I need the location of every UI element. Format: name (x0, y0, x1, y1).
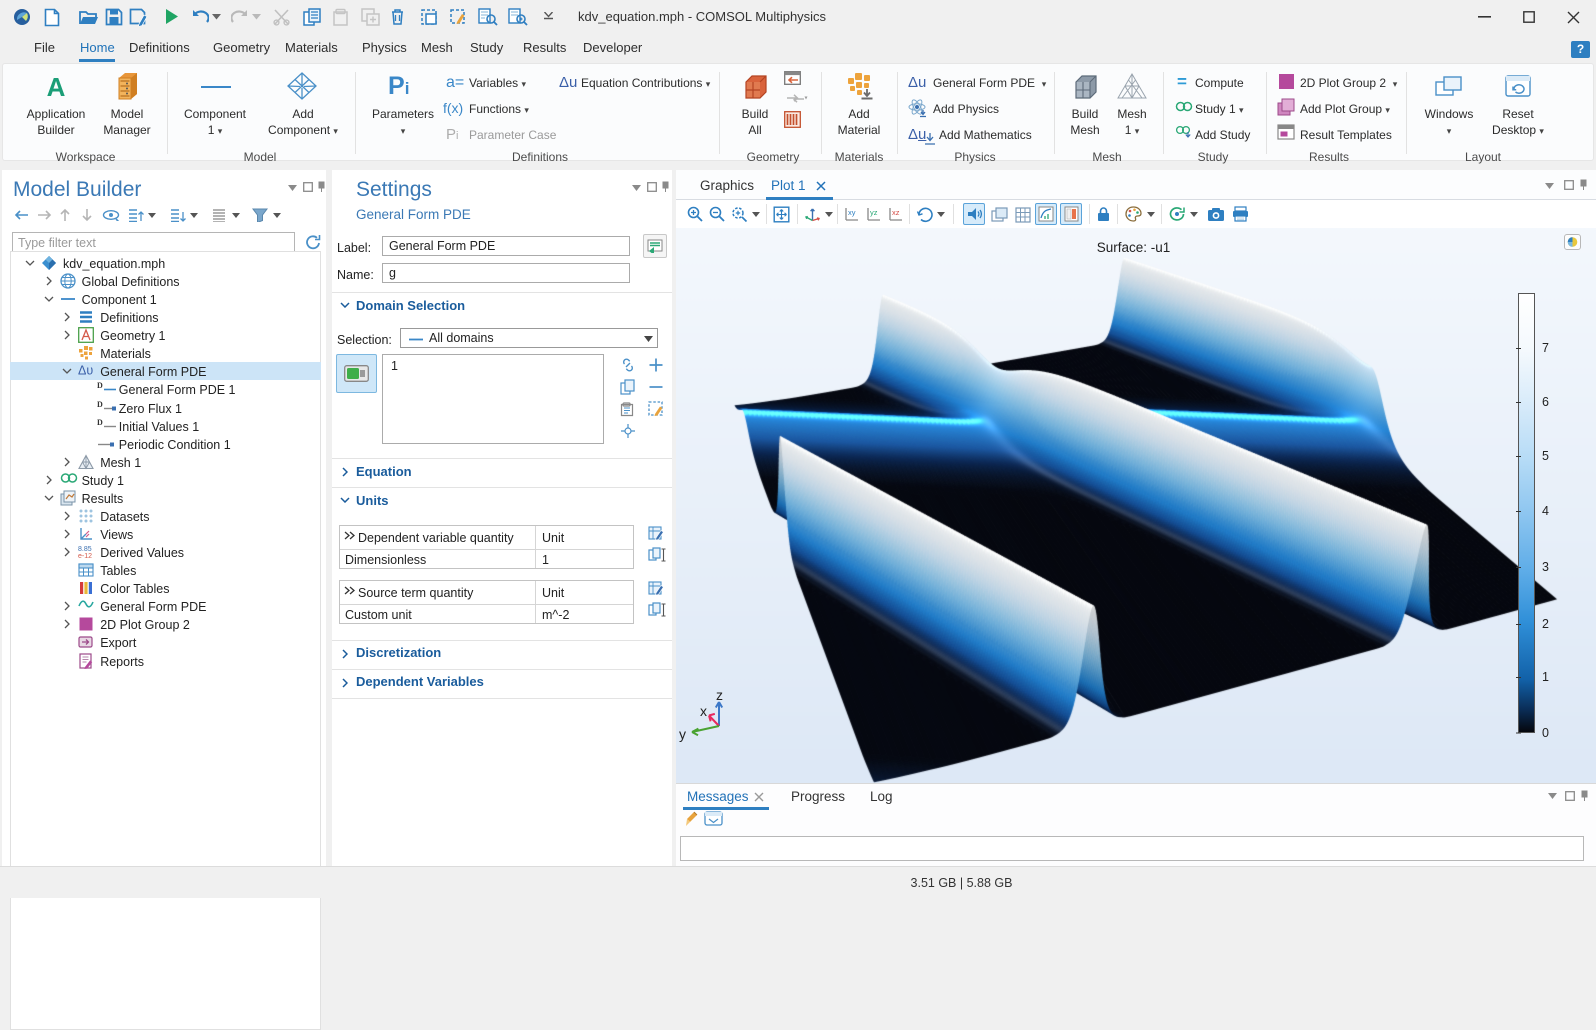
svg-text:D: D (97, 381, 103, 390)
svg-text:D: D (97, 418, 103, 427)
svg-text:z: z (716, 687, 723, 703)
svg-text:xy: xy (848, 208, 856, 217)
svg-text:D: D (97, 400, 103, 409)
svg-text:xz: xz (892, 208, 900, 217)
svg-text:x: x (700, 703, 707, 719)
svg-text:A: A (47, 74, 66, 100)
svg-text:8.85: 8.85 (78, 546, 92, 553)
svg-text:y: y (679, 726, 686, 742)
svg-text:e-12: e-12 (78, 553, 92, 559)
svg-text:yz: yz (870, 208, 878, 217)
svg-text:Δυ: Δυ (78, 364, 93, 378)
